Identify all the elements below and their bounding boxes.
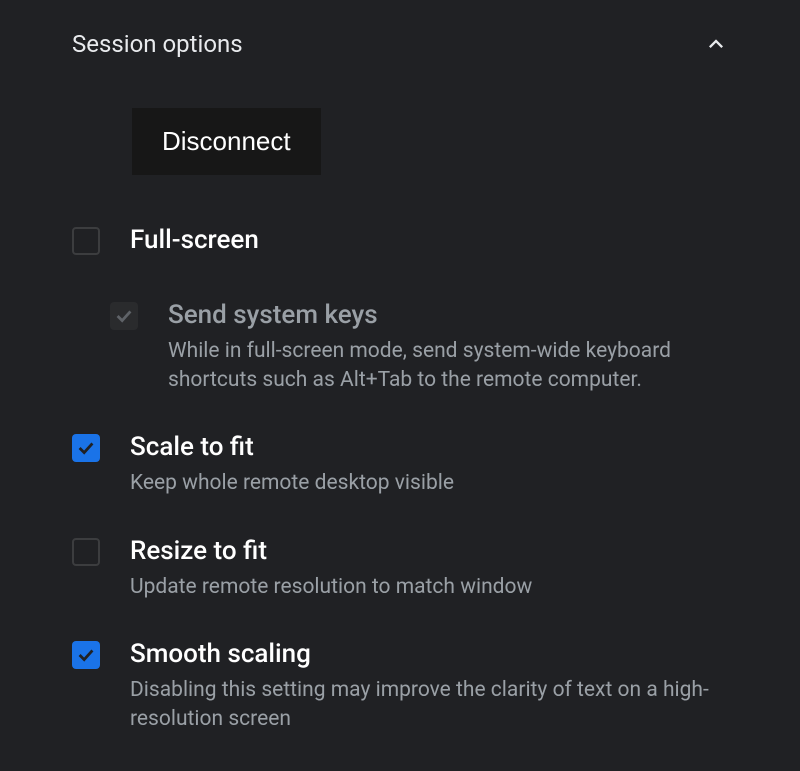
option-title: Scale to fit: [130, 432, 760, 463]
option-desc: Keep whole remote desktop visible: [130, 469, 760, 497]
fullscreen-checkbox[interactable]: [72, 227, 100, 255]
option-title: Send system keys: [168, 300, 760, 331]
option-content: Scale to fit Keep whole remote desktop v…: [130, 432, 760, 498]
session-options-panel: Session options Disconnect Full-screen S…: [0, 0, 800, 733]
collapse-button[interactable]: [702, 30, 730, 58]
option-content: Resize to fit Update remote resolution t…: [130, 536, 760, 602]
checkmark-icon: [75, 644, 97, 666]
option-fullscreen: Full-screen: [0, 225, 800, 262]
option-desc: Disabling this setting may improve the c…: [130, 676, 760, 733]
panel-header: Session options: [0, 30, 800, 58]
option-content: Send system keys While in full-screen mo…: [168, 300, 760, 394]
option-smooth-scaling: Smooth scaling Disabling this setting ma…: [0, 639, 800, 733]
option-title: Smooth scaling: [130, 639, 760, 670]
smooth-scaling-checkbox[interactable]: [72, 641, 100, 669]
resize-to-fit-checkbox[interactable]: [72, 538, 100, 566]
disconnect-button[interactable]: Disconnect: [132, 108, 321, 175]
checkmark-icon: [113, 305, 135, 327]
checkmark-icon: [75, 437, 97, 459]
option-title: Full-screen: [130, 225, 760, 256]
scale-to-fit-checkbox[interactable]: [72, 434, 100, 462]
option-desc: While in full-screen mode, send system-w…: [168, 337, 760, 394]
option-content: Smooth scaling Disabling this setting ma…: [130, 639, 760, 733]
option-title: Resize to fit: [130, 536, 760, 567]
panel-title: Session options: [72, 30, 243, 58]
send-system-keys-checkbox[interactable]: [110, 302, 138, 330]
option-send-system-keys: Send system keys While in full-screen mo…: [0, 300, 800, 394]
option-scale-to-fit: Scale to fit Keep whole remote desktop v…: [0, 432, 800, 498]
option-desc: Update remote resolution to match window: [130, 573, 760, 601]
option-resize-to-fit: Resize to fit Update remote resolution t…: [0, 536, 800, 602]
chevron-up-icon: [702, 30, 730, 58]
option-content: Full-screen: [130, 225, 760, 262]
